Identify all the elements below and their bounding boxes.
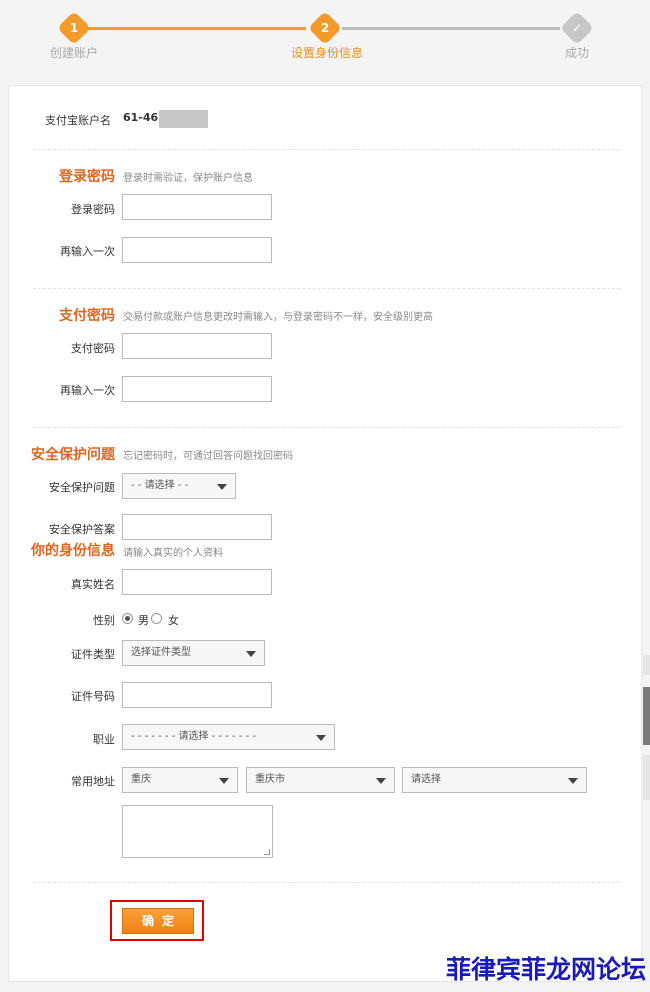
gender-male-radio[interactable] xyxy=(122,613,133,624)
real-name-input[interactable] xyxy=(122,569,272,595)
id-number-label: 证件号码 xyxy=(71,690,115,703)
gender-female-radio[interactable] xyxy=(151,613,162,624)
identity-title: 你的身份信息 xyxy=(31,543,115,559)
progress-steps: 1 2 ✓ 创建账户 设置身份信息 成功 xyxy=(0,0,650,70)
security-answer-label: 安全保护答案 xyxy=(49,523,115,536)
occupation-label: 职业 xyxy=(93,733,115,746)
identity-hint: 请输入真实的个人资料 xyxy=(123,548,223,559)
pay-password-label: 支付密码 xyxy=(71,342,115,355)
chevron-down-icon xyxy=(246,651,256,657)
divider xyxy=(33,882,620,883)
confirm-highlight: 确定 xyxy=(110,900,204,941)
address-province-select[interactable]: 重庆 xyxy=(122,767,238,793)
pay-password-title: 支付密码 xyxy=(59,308,115,324)
form-card: 支付宝账户名 61-467 登录密码 登录时需验证，保护账户信息 登录密码 再输… xyxy=(8,85,642,982)
chevron-down-icon xyxy=(568,778,578,784)
gender-male-label: 男 xyxy=(138,614,149,627)
security-answer-input[interactable] xyxy=(122,514,272,540)
step-line-pending xyxy=(342,27,560,30)
id-type-label: 证件类型 xyxy=(71,648,115,661)
step-line-done xyxy=(86,27,306,30)
confirm-button[interactable]: 确定 xyxy=(122,908,194,934)
chevron-down-icon xyxy=(376,778,386,784)
address-district-select[interactable]: 请选择 xyxy=(402,767,587,793)
gender-label: 性别 xyxy=(93,614,115,627)
step-2-label: 设置身份信息 xyxy=(291,46,364,60)
login-password-title: 登录密码 xyxy=(59,169,115,185)
login-password-hint: 登录时需验证，保护账户信息 xyxy=(123,173,253,184)
security-question-title: 安全保护问题 xyxy=(31,447,115,463)
security-question-hint: 忘记密码时，可通过回答问题找回密码 xyxy=(123,451,293,462)
login-password-confirm-label: 再输入一次 xyxy=(60,245,115,258)
account-mask xyxy=(159,110,208,128)
pay-password-input[interactable] xyxy=(122,333,272,359)
forum-watermark: 菲律宾菲龙网论坛 xyxy=(446,955,647,984)
id-number-input[interactable] xyxy=(122,682,272,708)
occupation-select[interactable]: - - - - - - - 请选择 - - - - - - - xyxy=(122,724,335,750)
step-2-icon: 2 xyxy=(308,11,342,45)
pay-password-confirm-label: 再输入一次 xyxy=(60,384,115,397)
login-password-confirm-input[interactable] xyxy=(122,237,272,263)
security-question-label: 安全保护问题 xyxy=(49,481,115,494)
step-1-icon: 1 xyxy=(57,11,91,45)
step-3-check-icon: ✓ xyxy=(560,11,594,45)
account-label: 支付宝账户名 xyxy=(45,114,111,127)
chevron-down-icon xyxy=(217,484,227,490)
step-1-label: 创建账户 xyxy=(50,46,99,60)
pay-password-hint: 交易付款或账户信息更改时需输入，与登录密码不一样，安全级别更高 xyxy=(123,312,433,323)
side-decoration xyxy=(643,655,650,675)
login-password-label: 登录密码 xyxy=(71,203,115,216)
security-question-select[interactable]: - - 请选择 - - xyxy=(122,473,236,499)
side-decoration xyxy=(643,687,650,745)
chevron-down-icon xyxy=(316,735,326,741)
gender-female-label: 女 xyxy=(168,614,179,627)
pay-password-confirm-input[interactable] xyxy=(122,376,272,402)
id-type-select[interactable]: 选择证件类型 xyxy=(122,640,265,666)
side-decoration xyxy=(643,755,650,800)
divider xyxy=(33,288,620,289)
address-label: 常用地址 xyxy=(71,775,115,788)
real-name-label: 真实姓名 xyxy=(71,578,115,591)
divider xyxy=(33,427,620,428)
login-password-input[interactable] xyxy=(122,194,272,220)
divider xyxy=(33,149,620,150)
address-detail-textarea[interactable] xyxy=(122,805,273,858)
resize-grip-icon[interactable] xyxy=(264,849,270,855)
step-3-label: 成功 xyxy=(565,46,590,60)
chevron-down-icon xyxy=(219,778,229,784)
address-city-select[interactable]: 重庆市 xyxy=(246,767,395,793)
